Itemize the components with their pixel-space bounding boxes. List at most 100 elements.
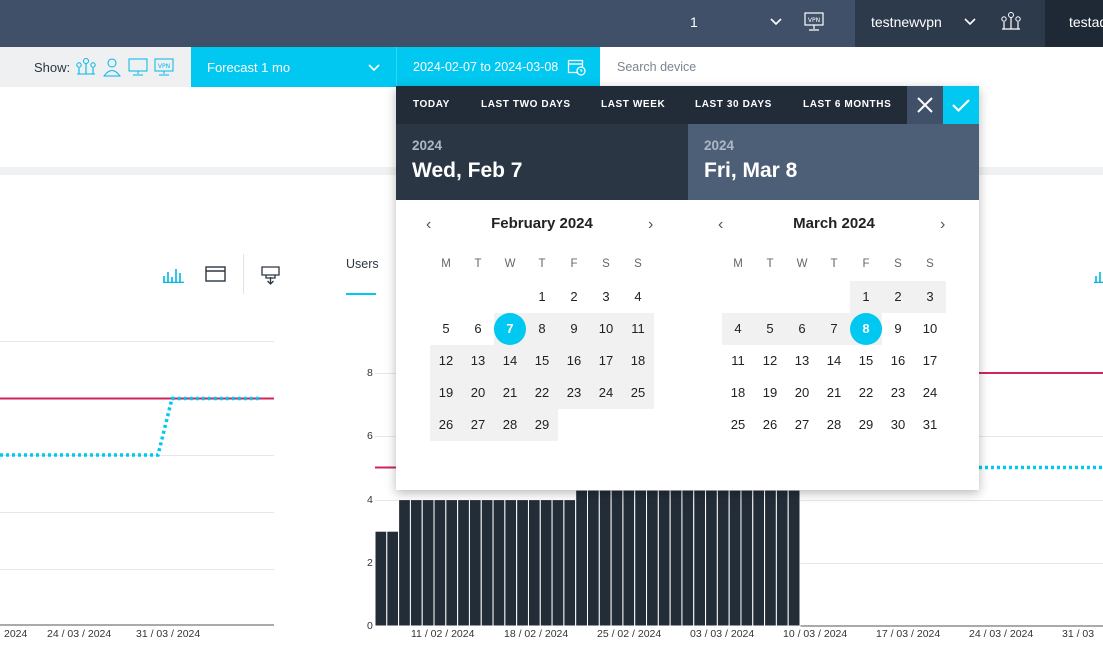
apply-button[interactable] (943, 86, 979, 124)
start-date-header[interactable]: 2024 Wed, Feb 7 (396, 124, 688, 200)
calendar-day[interactable]: 23 (558, 377, 590, 409)
bar-chart-icon[interactable] (162, 265, 186, 283)
calendar-day[interactable]: 14 (494, 345, 526, 377)
calendar-clock-icon[interactable] (567, 58, 587, 76)
end-date-header[interactable]: 2024 Fri, Mar 8 (688, 124, 979, 200)
calendar-day[interactable]: 9 (882, 313, 914, 345)
calendar-day[interactable]: 28 (818, 409, 850, 441)
calendar-day[interactable]: 3 (914, 281, 946, 313)
calendar-day[interactable]: 30 (882, 409, 914, 441)
calendar-day[interactable]: 6 (786, 313, 818, 345)
calendar-day[interactable]: 4 (622, 281, 654, 313)
calendar-day[interactable]: 19 (754, 377, 786, 409)
close-button[interactable] (907, 86, 943, 124)
calendar-day[interactable]: 10 (590, 313, 622, 345)
tab-users[interactable]: Users (346, 257, 379, 271)
preset-today[interactable]: TODAY (413, 99, 450, 110)
calendar-day[interactable]: 20 (462, 377, 494, 409)
calendar-day[interactable]: 22 (526, 377, 558, 409)
calendar-day[interactable]: 17 (914, 345, 946, 377)
next-month-icon[interactable]: › (648, 216, 653, 234)
search-input[interactable]: Search device (617, 60, 696, 74)
calendar-day[interactable]: 10 (914, 313, 946, 345)
calendar-day[interactable]: 25 (622, 377, 654, 409)
monitor-icon[interactable] (127, 57, 149, 77)
date-range-picker[interactable]: 2024-02-07 to 2024-03-08 (396, 47, 600, 87)
calendar-day[interactable]: 9 (558, 313, 590, 345)
calendar-day[interactable]: 22 (850, 377, 882, 409)
calendar-day[interactable]: 27 (786, 409, 818, 441)
calendar-day[interactable]: 7 (818, 313, 850, 345)
calendar-day[interactable]: 26 (754, 409, 786, 441)
other-user[interactable]: testad (1045, 0, 1103, 47)
calendar-day[interactable]: 2 (882, 281, 914, 313)
calendar-day[interactable]: 5 (754, 313, 786, 345)
chevron-down-icon[interactable] (963, 14, 977, 28)
calendar-day[interactable]: 11 (622, 313, 654, 345)
calendar-day[interactable]: 15 (526, 345, 558, 377)
calendar-day[interactable]: 13 (462, 345, 494, 377)
calendar-day[interactable]: 3 (590, 281, 622, 313)
calendar-day[interactable]: 11 (722, 345, 754, 377)
calendar-day[interactable]: 16 (558, 345, 590, 377)
selected-count[interactable]: 1 (690, 14, 698, 30)
chevron-down-icon[interactable] (367, 60, 381, 74)
forecast-dropdown[interactable]: Forecast 1 mo (191, 47, 396, 87)
preset-last-30-days[interactable]: LAST 30 DAYS (695, 99, 772, 110)
calendar-day[interactable]: 18 (622, 345, 654, 377)
calendar-day[interactable]: 14 (818, 345, 850, 377)
preset-last-6-months[interactable]: LAST 6 MONTHS (803, 99, 891, 110)
calendar-day[interactable]: 1 (850, 281, 882, 313)
calendar-day[interactable]: 24 (590, 377, 622, 409)
calendar-day[interactable]: 12 (430, 345, 462, 377)
calendar-day[interactable]: 28 (494, 409, 526, 441)
bar (716, 489, 730, 627)
calendar-day[interactable]: 24 (914, 377, 946, 409)
calendar-day[interactable]: 17 (590, 345, 622, 377)
calendar-day[interactable]: 13 (786, 345, 818, 377)
calendar-day[interactable]: 12 (754, 345, 786, 377)
calendar-day[interactable]: 4 (722, 313, 754, 345)
prev-month-icon[interactable]: ‹ (718, 216, 723, 234)
export-icon[interactable] (260, 265, 282, 285)
prev-month-icon[interactable]: ‹ (426, 216, 431, 234)
calendar-day[interactable]: 26 (430, 409, 462, 441)
calendar-day[interactable]: 15 (850, 345, 882, 377)
bar (375, 530, 388, 627)
calendar-day[interactable]: 1 (526, 281, 558, 313)
network-icon[interactable] (75, 57, 97, 77)
calendar-day[interactable]: 25 (722, 409, 754, 441)
calendar-day[interactable]: 21 (818, 377, 850, 409)
user-selector[interactable]: testnewvpn (855, 0, 1045, 47)
show-filter: Show: VPN (0, 47, 191, 87)
calendar-day[interactable]: 23 (882, 377, 914, 409)
vpn-icon[interactable]: VPN (153, 57, 175, 77)
chevron-down-icon[interactable] (769, 14, 783, 28)
calendar-day[interactable]: 16 (882, 345, 914, 377)
calendar-day[interactable]: 20 (786, 377, 818, 409)
bar-chart-icon[interactable] (1094, 265, 1103, 283)
calendar-day[interactable]: 19 (430, 377, 462, 409)
preset-bar: TODAY LAST TWO DAYS LAST WEEK LAST 30 DA… (396, 86, 979, 124)
calendar-day[interactable]: 5 (430, 313, 462, 345)
calendar-day[interactable]: 8 (526, 313, 558, 345)
calendar-day[interactable]: 2 (558, 281, 590, 313)
preset-last-two-days[interactable]: LAST TWO DAYS (481, 99, 571, 110)
next-month-icon[interactable]: › (940, 216, 945, 234)
calendar-day[interactable]: 31 (914, 409, 946, 441)
selected-day[interactable]: 8 (850, 313, 882, 345)
calendar-day[interactable]: 21 (494, 377, 526, 409)
user-icon[interactable] (102, 57, 122, 77)
calendar-day[interactable]: 7 (494, 313, 526, 345)
preset-last-week[interactable]: LAST WEEK (601, 99, 665, 110)
vpn-monitor-icon[interactable]: VPN (803, 11, 825, 33)
calendar-day[interactable]: 29 (850, 409, 882, 441)
calendar-day[interactable]: 27 (462, 409, 494, 441)
calendar-day[interactable]: 6 (462, 313, 494, 345)
selected-day[interactable]: 7 (494, 313, 526, 345)
calendar-day[interactable]: 18 (722, 377, 754, 409)
calendar-day[interactable]: 29 (526, 409, 558, 441)
calendar-day[interactable]: 8 (850, 313, 882, 345)
network-icon[interactable] (1000, 11, 1022, 33)
table-view-icon[interactable] (204, 265, 228, 283)
